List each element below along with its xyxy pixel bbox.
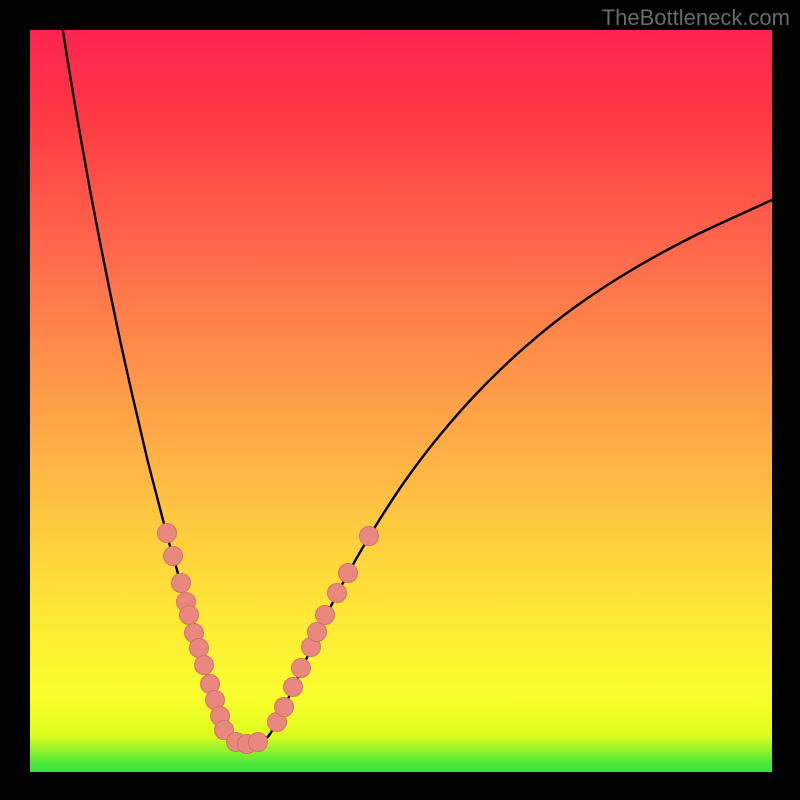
data-point-marker [316,606,335,625]
marker-group [158,524,379,754]
data-point-marker [158,524,177,543]
chart-frame: TheBottleneck.com [0,0,800,800]
data-point-marker [180,606,199,625]
data-point-marker [190,639,209,658]
data-point-marker [328,584,347,603]
data-point-marker [360,527,379,546]
chart-svg [30,30,772,772]
data-point-marker [292,659,311,678]
data-point-marker [195,656,214,675]
watermark-text: TheBottleneck.com [602,5,790,31]
plot-area [30,30,772,772]
data-point-marker [249,733,268,752]
data-point-marker [284,678,303,697]
bottleneck-curve [62,25,772,745]
data-point-marker [172,574,191,593]
data-point-marker [339,564,358,583]
data-point-marker [308,623,327,642]
data-point-marker [275,698,294,717]
data-point-marker [164,547,183,566]
